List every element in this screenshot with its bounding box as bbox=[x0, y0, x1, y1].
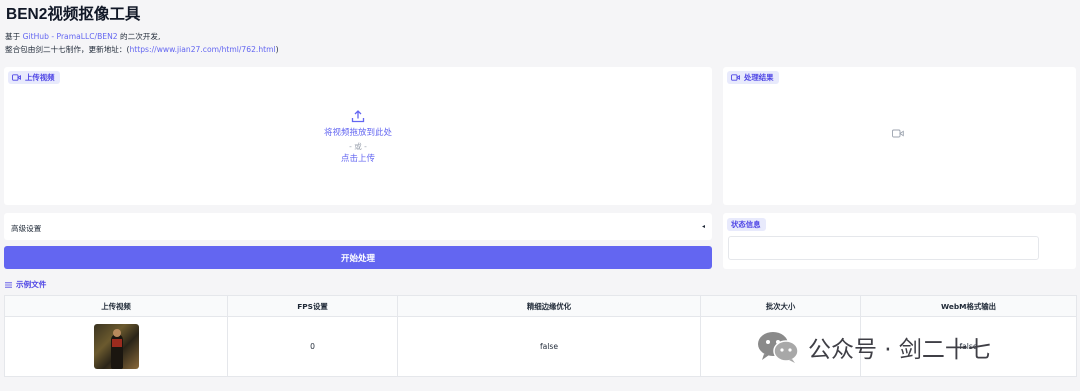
advanced-settings-accordion[interactable]: 高级设置 ◂ bbox=[4, 213, 712, 240]
fps-cell[interactable]: 0 bbox=[227, 316, 398, 377]
example-video-cell[interactable] bbox=[4, 316, 228, 377]
or-text: - 或 - bbox=[349, 142, 367, 151]
github-link[interactable]: GitHub - PramaLLC/BEN2 bbox=[23, 32, 118, 41]
upload-tag: 上传视频 bbox=[8, 71, 60, 84]
drop-text: 将视频拖放到此处 bbox=[323, 128, 392, 138]
col-header-batch-size: 批次大小 bbox=[700, 295, 861, 317]
description-line-2: 整合包由剑二十七制作，更新地址：(https://www.jian27.com/… bbox=[5, 45, 279, 54]
video-icon bbox=[731, 74, 740, 81]
col-header-fps: FPS设置 bbox=[227, 295, 398, 317]
examples-label: 示例文件 bbox=[5, 279, 46, 290]
watermark: 公众号 · 剑二十七 bbox=[756, 330, 991, 364]
upload-dropzone[interactable]: 将视频拖放到此处 - 或 - 点击上传 bbox=[4, 109, 712, 166]
page-title: BEN2视频抠像工具 bbox=[6, 6, 141, 23]
upload-panel[interactable]: 上传视频 将视频拖放到此处 - 或 - 点击上传 bbox=[4, 67, 712, 205]
status-textbox[interactable] bbox=[728, 236, 1039, 260]
collapse-caret-icon[interactable]: ◂ bbox=[702, 223, 705, 230]
result-tag: 处理结果 bbox=[727, 71, 779, 84]
advanced-settings-label: 高级设置 bbox=[11, 224, 42, 233]
col-header-webm-output: WebM格式输出 bbox=[860, 295, 1077, 317]
list-icon bbox=[5, 281, 12, 288]
result-panel: 处理结果 bbox=[723, 67, 1076, 205]
click-upload-text[interactable]: 点击上传 bbox=[341, 153, 375, 166]
status-tag: 状态信息 bbox=[727, 218, 766, 231]
wechat-icon bbox=[758, 332, 799, 363]
description-line-1: 基于 GitHub - PramaLLC/BEN2 的二次开发, bbox=[5, 32, 161, 41]
video-icon bbox=[12, 74, 21, 81]
col-header-refine-edges: 精细边缘优化 bbox=[397, 295, 701, 317]
status-panel: 状态信息 bbox=[723, 213, 1076, 269]
refine-cell[interactable]: false bbox=[397, 316, 701, 377]
update-url-link[interactable]: https://www.jian27.com/html/762.html bbox=[129, 45, 275, 54]
upload-icon bbox=[351, 110, 365, 123]
video-placeholder-icon bbox=[892, 129, 904, 138]
start-process-button[interactable]: 开始处理 bbox=[4, 246, 712, 269]
examples-header-row: 上传视频 FPS设置 精细边缘优化 批次大小 WebM格式输出 bbox=[4, 295, 1077, 317]
col-header-upload-video: 上传视频 bbox=[4, 295, 228, 317]
video-thumbnail[interactable] bbox=[93, 324, 139, 369]
